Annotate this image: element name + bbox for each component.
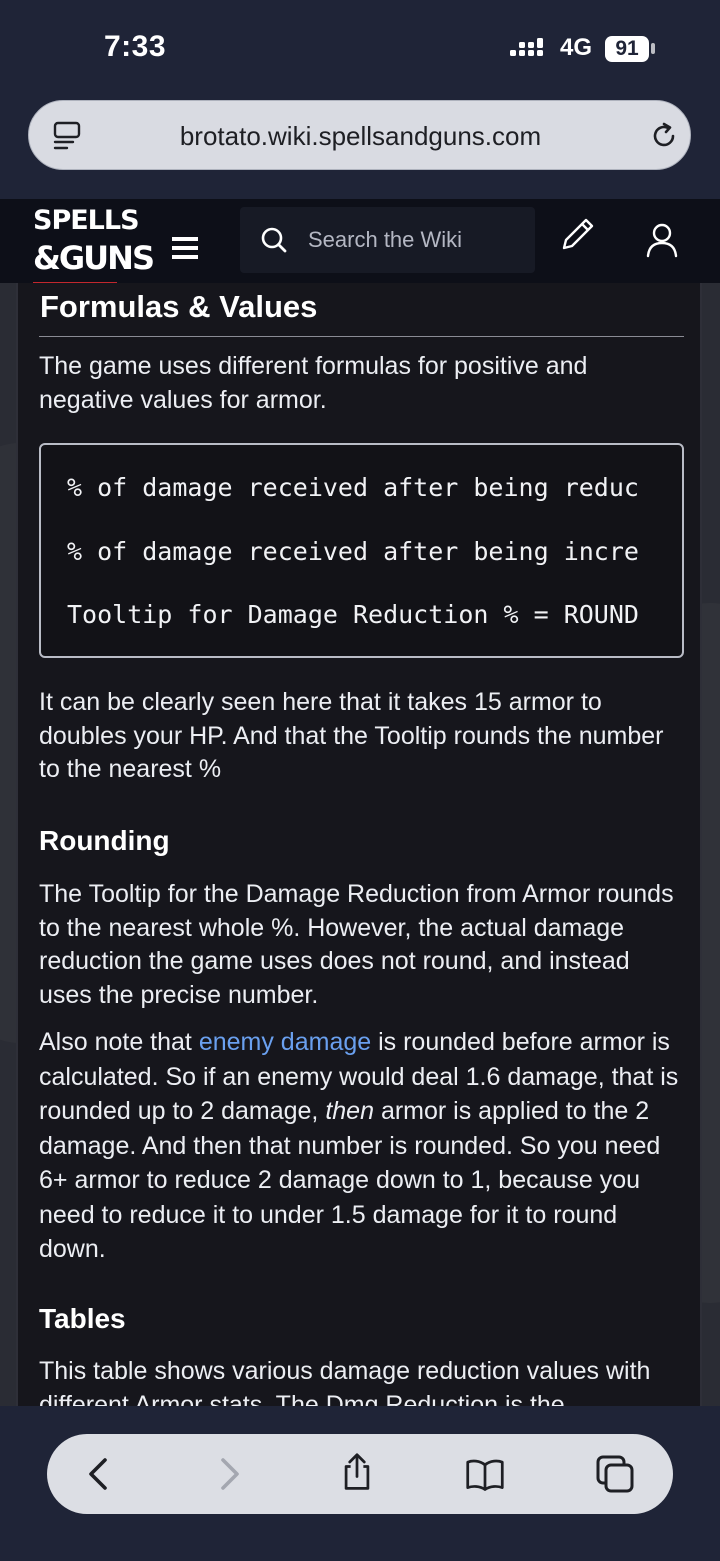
section-heading-rounding: Rounding — [39, 825, 170, 856]
formula-code-block[interactable]: % of damage received after being reduc %… — [39, 443, 684, 658]
rounding-paragraph: The Tooltip for the Damage Reduction fro… — [39, 880, 674, 1009]
network-type: 4G — [560, 34, 593, 61]
battery-tip — [651, 43, 655, 54]
search-placeholder: Search the Wiki — [308, 227, 463, 252]
tables-paragraph: This table shows various damage reductio… — [39, 1357, 651, 1406]
code-line: % of damage received after being incre — [67, 537, 639, 566]
logo-line2: &GUNS — [33, 239, 155, 277]
user-account-icon[interactable] — [645, 222, 679, 258]
hamburger-menu-icon[interactable] — [172, 237, 198, 259]
bookmarks-icon[interactable] — [465, 1454, 505, 1494]
status-bar: 7:33 4G 91 — [0, 0, 720, 96]
logo-line1: SPELLS — [33, 205, 140, 236]
reload-icon[interactable] — [649, 121, 679, 151]
heading-divider — [39, 336, 684, 337]
text-span: Also note that — [39, 1028, 199, 1056]
url-text[interactable]: brotato.wiki.spellsandguns.com — [29, 121, 692, 152]
explanation-paragraph: It can be clearly seen here that it take… — [39, 688, 664, 783]
toolbar-pill — [47, 1434, 673, 1514]
page-content: Formulas & Values The game uses differen… — [0, 283, 720, 1406]
section-heading-tables: Tables — [39, 1303, 126, 1334]
article-body: Formulas & Values The game uses differen… — [16, 283, 702, 1406]
forward-icon[interactable] — [209, 1454, 249, 1494]
code-line: % of damage received after being reduc — [67, 473, 639, 502]
browser-toolbar — [0, 1406, 720, 1561]
wiki-search-input[interactable]: Search the Wiki — [240, 207, 535, 273]
status-time: 7:33 — [104, 30, 167, 63]
edit-pencil-icon[interactable] — [558, 214, 598, 254]
search-icon — [261, 227, 287, 253]
section-heading-formulas: Formulas & Values — [40, 289, 318, 324]
enemy-damage-link[interactable]: enemy damage — [199, 1028, 371, 1056]
intro-paragraph: The game uses different formulas for pos… — [39, 352, 588, 414]
emphasis-text: then — [325, 1097, 374, 1125]
address-bar[interactable]: brotato.wiki.spellsandguns.com — [28, 100, 691, 170]
rounding-note-paragraph: Also note that enemy damage is rounded b… — [39, 1025, 679, 1267]
tabs-icon[interactable] — [595, 1454, 635, 1494]
signal-icon — [510, 38, 543, 56]
site-logo[interactable]: SPELLS &GUNS — [33, 205, 155, 285]
battery-indicator: 91 — [605, 36, 649, 62]
code-line: Tooltip for Damage Reduction % = ROUND — [67, 600, 639, 629]
back-icon[interactable] — [79, 1454, 119, 1494]
share-icon[interactable] — [337, 1452, 377, 1492]
